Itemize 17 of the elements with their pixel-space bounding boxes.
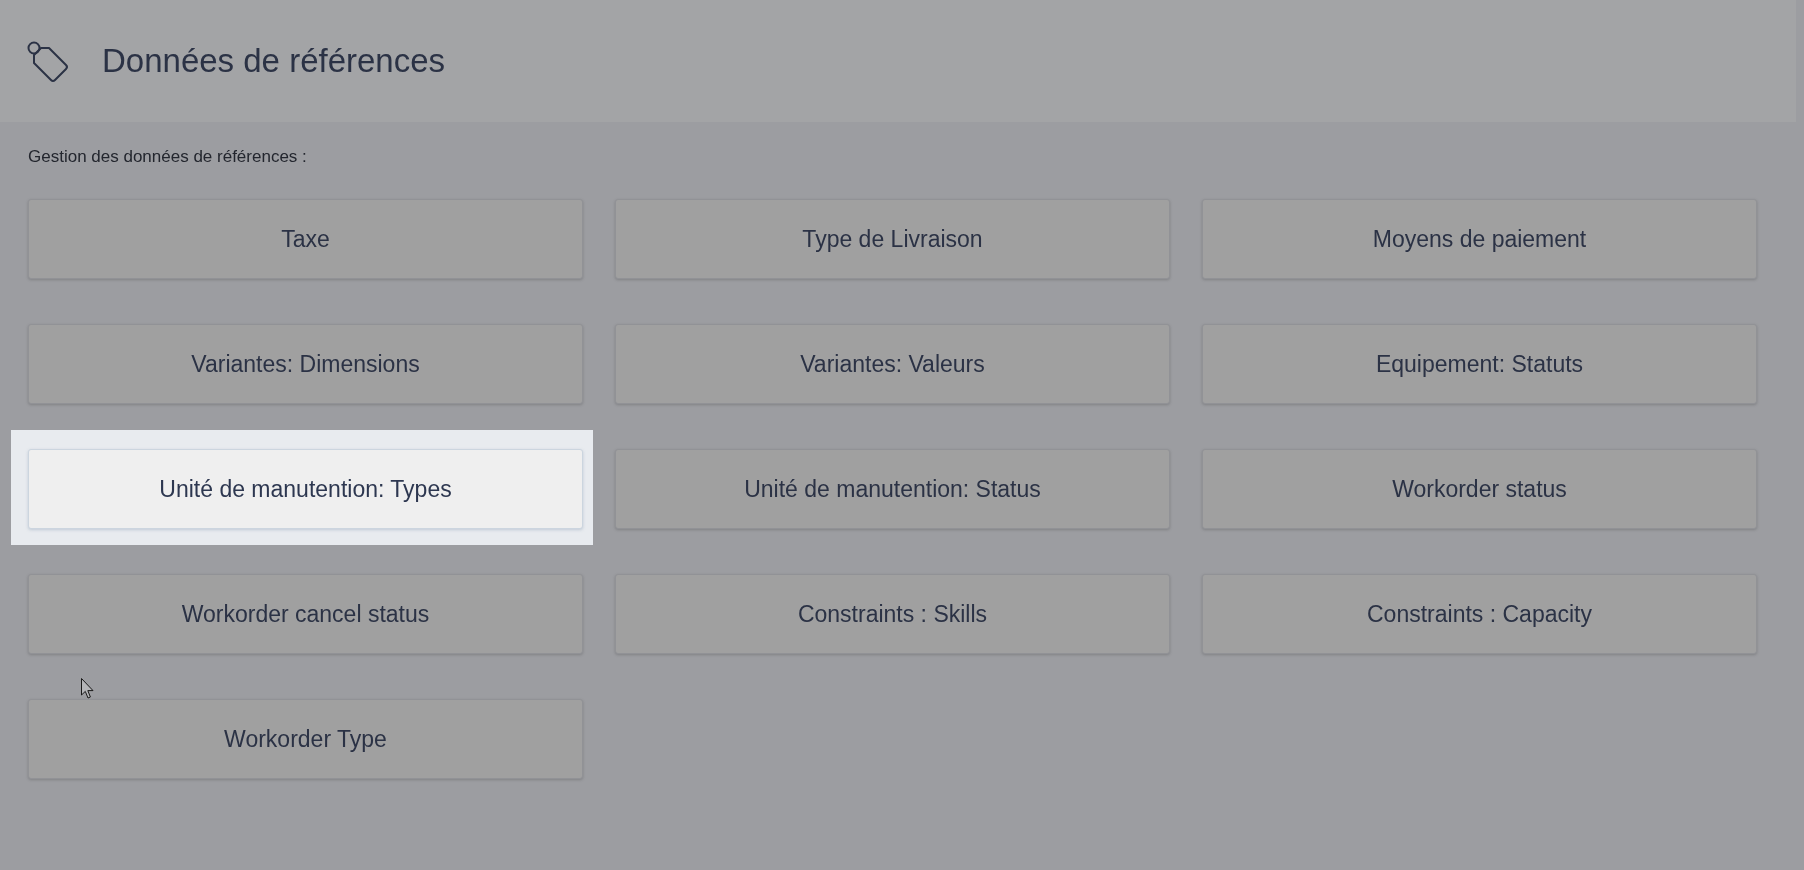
- reference-button[interactable]: Equipement: Statuts: [1202, 324, 1757, 404]
- reference-button[interactable]: Workorder cancel status: [28, 574, 583, 654]
- section-label: Gestion des données de références :: [28, 146, 307, 168]
- reference-button[interactable]: Unité de manutention: Types: [28, 449, 583, 529]
- reference-button[interactable]: Constraints : Skills: [615, 574, 1170, 654]
- reference-button[interactable]: Moyens de paiement: [1202, 199, 1757, 279]
- reference-button[interactable]: Unité de manutention: Status: [615, 449, 1170, 529]
- reference-button[interactable]: Taxe: [28, 199, 583, 279]
- reference-button[interactable]: Type de Livraison: [615, 199, 1170, 279]
- reference-button[interactable]: Workorder status: [1202, 449, 1757, 529]
- reference-button[interactable]: Variantes: Valeurs: [615, 324, 1170, 404]
- tag-icon: [26, 40, 70, 84]
- page-title: Données de références: [102, 41, 446, 81]
- mouse-pointer-icon: [81, 678, 94, 699]
- reference-button[interactable]: Workorder Type: [28, 699, 583, 779]
- reference-button[interactable]: Variantes: Dimensions: [28, 324, 583, 404]
- reference-button[interactable]: Constraints : Capacity: [1202, 574, 1757, 654]
